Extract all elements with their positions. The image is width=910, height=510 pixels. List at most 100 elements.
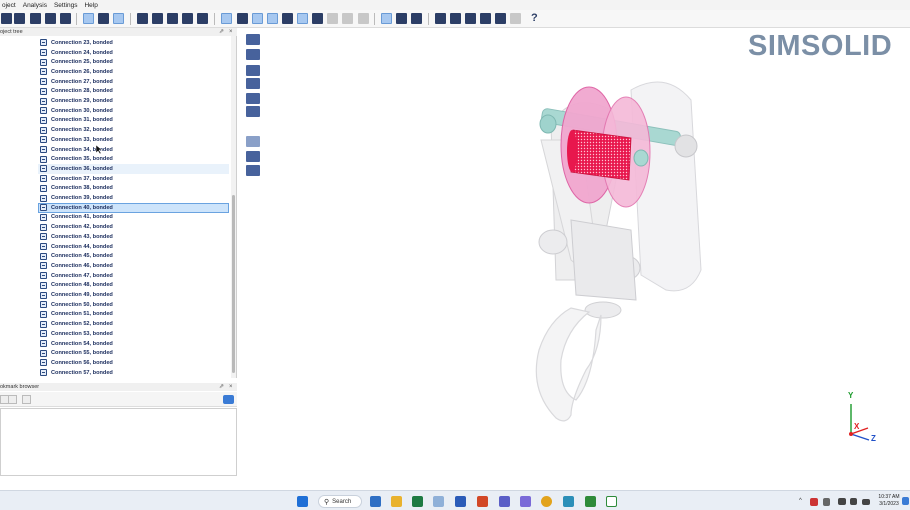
- app-c-icon[interactable]: [585, 496, 596, 507]
- tree-item-connection[interactable]: Connection 47, bonded: [40, 271, 228, 281]
- section-view-icon[interactable]: [252, 13, 263, 24]
- save-icon[interactable]: [1, 13, 12, 24]
- isolate-icon[interactable]: [197, 13, 208, 24]
- tree-item-connection[interactable]: Connection 43, bonded: [40, 232, 228, 242]
- align-icon[interactable]: [246, 93, 260, 104]
- tree-item-connection[interactable]: Connection 54, bonded: [40, 339, 228, 349]
- tree-item-connection[interactable]: Connection 25, bonded: [40, 57, 228, 67]
- weld-icon[interactable]: [246, 78, 260, 89]
- app-icon[interactable]: [520, 496, 531, 507]
- tree-item-connection[interactable]: Connection 38, bonded: [40, 184, 228, 194]
- file-explorer-icon[interactable]: [391, 496, 402, 507]
- tray-clock[interactable]: 10:37 AM 3/1/2023: [876, 494, 902, 508]
- tree-item-connection[interactable]: Connection 41, bonded: [40, 213, 228, 223]
- float-panel-icon[interactable]: ⇗: [219, 383, 224, 391]
- photos-icon[interactable]: [433, 496, 444, 507]
- analysis-icon[interactable]: [297, 13, 308, 24]
- display-icon[interactable]: [838, 498, 846, 505]
- tree-item-connection[interactable]: Connection 57, bonded: [40, 368, 228, 378]
- gap-icon[interactable]: [246, 136, 260, 147]
- compare-icon[interactable]: [327, 13, 338, 24]
- tree-item-connection[interactable]: Connection 33, bonded: [40, 135, 228, 145]
- camera-icon[interactable]: [223, 395, 234, 404]
- powerpoint-icon[interactable]: [477, 496, 488, 507]
- tree-item-connection[interactable]: Connection 26, bonded: [40, 67, 228, 77]
- bolt-icon[interactable]: [435, 13, 446, 24]
- 3d-viewport[interactable]: [271, 30, 910, 470]
- tree-item-connection[interactable]: Connection 32, bonded: [40, 125, 228, 135]
- tree-scrollbar-thumb[interactable]: [232, 195, 235, 373]
- teams-icon[interactable]: [499, 496, 510, 507]
- tree-item-connection[interactable]: Connection 29, bonded: [40, 96, 228, 106]
- tree-item-connection[interactable]: Connection 27, bonded: [40, 77, 228, 87]
- check-connections-icon[interactable]: [246, 151, 260, 162]
- tree-item-connection[interactable]: Connection 30, bonded: [40, 106, 228, 116]
- pulley-hook-model[interactable]: [271, 30, 910, 470]
- tree-item-connection[interactable]: Connection 45, bonded: [40, 251, 228, 261]
- tree-item-connection[interactable]: Connection 37, bonded: [40, 174, 228, 184]
- disabled-tool-icon[interactable]: [510, 13, 521, 24]
- tree-item-connection[interactable]: Connection 50, bonded: [40, 300, 228, 310]
- tray-app-icon[interactable]: [810, 498, 818, 506]
- anchor-icon[interactable]: [411, 13, 422, 24]
- close-panel-icon[interactable]: ×: [229, 28, 233, 36]
- notification-icon[interactable]: [902, 497, 909, 505]
- group-icon[interactable]: [246, 65, 260, 76]
- wave-icon[interactable]: [450, 13, 461, 24]
- contact-icon[interactable]: [495, 13, 506, 24]
- tree-item-connection[interactable]: Connection 39, bonded: [40, 193, 228, 203]
- menu-help[interactable]: Help: [82, 2, 102, 9]
- mesh-icon[interactable]: [358, 13, 369, 24]
- tree-item-connection[interactable]: Connection 55, bonded: [40, 348, 228, 358]
- app-c-active-icon[interactable]: [606, 496, 617, 507]
- tree-item-connection[interactable]: Connection 24, bonded: [40, 48, 228, 58]
- show-icon[interactable]: [167, 13, 178, 24]
- add-connection-icon[interactable]: [246, 34, 260, 45]
- tree-item-connection[interactable]: Connection 28, bonded: [40, 87, 228, 97]
- chart-icon[interactable]: [312, 13, 323, 24]
- bookmark-view-icon[interactable]: [113, 13, 124, 24]
- list-view-icon[interactable]: [98, 13, 109, 24]
- spring-icon[interactable]: [246, 106, 260, 117]
- connections-icon[interactable]: [381, 13, 392, 24]
- save-disk-icon[interactable]: [60, 13, 71, 24]
- open-folder-icon[interactable]: [30, 13, 41, 24]
- menu-settings[interactable]: Settings: [52, 2, 83, 9]
- gear-assembly-icon[interactable]: [465, 13, 476, 24]
- menu-analysis[interactable]: Analysis: [21, 2, 52, 9]
- help-icon[interactable]: ?: [531, 12, 538, 24]
- menu-project[interactable]: oject: [0, 2, 21, 9]
- tree-item-connection[interactable]: Connection 56, bonded: [40, 358, 228, 368]
- start-icon[interactable]: [297, 496, 308, 507]
- chrome-icon[interactable]: [541, 496, 552, 507]
- tree-item-connection[interactable]: Connection 53, bonded: [40, 329, 228, 339]
- clip-icon[interactable]: [267, 13, 278, 24]
- tree-item-connection[interactable]: Connection 49, bonded: [40, 290, 228, 300]
- volume-icon[interactable]: [850, 498, 857, 505]
- joint-icon[interactable]: [480, 13, 491, 24]
- tree-item-connection[interactable]: Connection 31, bonded: [40, 116, 228, 126]
- new-project-icon[interactable]: [14, 13, 25, 24]
- transparent-icon[interactable]: [237, 13, 248, 24]
- close-panel-icon[interactable]: ×: [229, 383, 233, 391]
- taskbar-search[interactable]: ⚲ Search: [318, 495, 362, 508]
- connection-settings-icon[interactable]: [246, 49, 260, 60]
- excel-icon[interactable]: [412, 496, 423, 507]
- review-connections-icon[interactable]: [246, 165, 260, 176]
- tree-item-connection[interactable]: Connection 44, bonded: [40, 242, 228, 252]
- hide-icon[interactable]: [182, 13, 193, 24]
- import-folder-icon[interactable]: [45, 13, 56, 24]
- tree-item-connection[interactable]: Connection 46, bonded: [40, 261, 228, 271]
- float-panel-icon[interactable]: ⇗: [219, 28, 224, 36]
- explode-icon[interactable]: [152, 13, 163, 24]
- render-mode-icon[interactable]: [221, 13, 232, 24]
- tree-item-connection[interactable]: Connection 40, bonded: [38, 202, 229, 213]
- word-icon[interactable]: [455, 496, 466, 507]
- outlook-icon[interactable]: [370, 496, 381, 507]
- tree-item-connection[interactable]: Connection 42, bonded: [40, 222, 228, 232]
- tree-item-connection[interactable]: Connection 34, bonded: [40, 145, 228, 155]
- tree-item-connection[interactable]: Connection 48, bonded: [40, 281, 228, 291]
- tree-item-connection[interactable]: Connection 51, bonded: [40, 310, 228, 320]
- simsolid-taskbar-icon[interactable]: [563, 496, 574, 507]
- tree-item-connection[interactable]: Connection 23, bonded: [40, 38, 228, 48]
